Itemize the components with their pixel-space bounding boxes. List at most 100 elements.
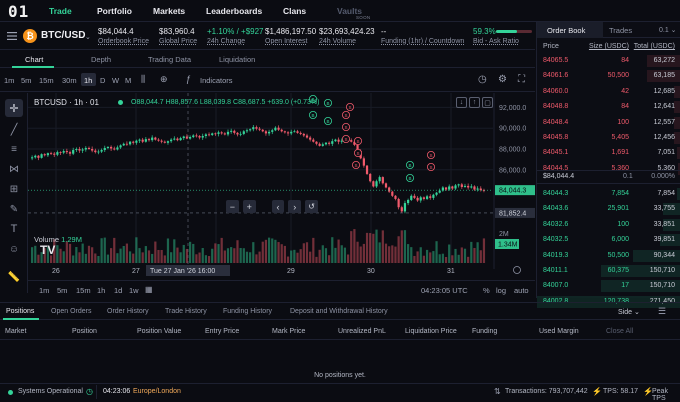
filter-icon[interactable]: ☰: [658, 306, 666, 317]
ob-ask-row[interactable]: 84045.8 5,405 12,456: [537, 132, 680, 144]
ob-ask-size: 1,691: [611, 149, 629, 157]
tab-order-history[interactable]: Order History: [107, 308, 149, 315]
cursor-date-label: Tue 27 Jan '26 16:00: [150, 268, 215, 275]
ob-ask-row[interactable]: 84060.0 42 12,685: [537, 85, 680, 98]
scroll-left-icon[interactable]: ‹: [271, 200, 285, 213]
ob-ask-row[interactable]: 84061.6 50,500 63,185: [537, 70, 680, 83]
ob-ask-total: 12,641: [653, 103, 675, 111]
ob-ask-row[interactable]: 84048.8 84 12,641: [537, 101, 680, 114]
brush-icon[interactable]: ✎: [5, 201, 23, 217]
ob-bid-row[interactable]: 84007.0 17 150,710: [537, 280, 680, 293]
tab-deposit-withdrawal[interactable]: Deposit and Withdrawal History: [290, 308, 388, 315]
compare-icon[interactable]: ⊕: [160, 74, 168, 85]
pane-down-icon[interactable]: ↓: [456, 97, 467, 108]
tf-m[interactable]: M: [125, 76, 131, 85]
calendar-icon[interactable]: ▦: [145, 285, 153, 294]
tf-15m[interactable]: 15m: [39, 76, 54, 85]
market-symbol[interactable]: BTC/USD: [41, 30, 85, 41]
ob-bid-row[interactable]: 84032.6 100 33,851: [537, 218, 680, 231]
tab-chart[interactable]: Chart: [25, 55, 43, 64]
ob-ask-row[interactable]: 84045.1 1,691 7,051: [537, 147, 680, 160]
ob-bid-row[interactable]: 84044.3 7,854 7,854: [537, 188, 680, 200]
status-timezone[interactable]: Europe/London: [133, 388, 181, 395]
candle-body: [381, 177, 384, 184]
tab-trading-data[interactable]: Trading Data: [148, 55, 191, 64]
ob-bid-row[interactable]: 84043.6 25,901 33,755: [537, 203, 680, 216]
scroll-right-icon[interactable]: ›: [288, 200, 302, 213]
log-toggle[interactable]: log: [496, 286, 506, 295]
pane-up-icon[interactable]: ↑: [469, 97, 480, 108]
tab-liquidation[interactable]: Liquidation: [219, 55, 255, 64]
tf-d[interactable]: D: [100, 76, 105, 85]
fib-icon[interactable]: ≡: [5, 141, 23, 157]
tab-trades[interactable]: Trades: [609, 26, 632, 35]
range-1w[interactable]: 1w: [129, 286, 139, 295]
candle-body: [252, 127, 255, 130]
tf-30m[interactable]: 30m: [62, 76, 77, 85]
chart-canvas[interactable]: BBSBBSSS SSS BSSB92,000.090,000.088,000.08…: [28, 93, 535, 277]
auto-toggle[interactable]: auto: [514, 286, 529, 295]
range-1d[interactable]: 1d: [114, 286, 122, 295]
settings-icon[interactable]: ⚙: [498, 74, 507, 85]
emoji-icon[interactable]: ☺: [5, 241, 23, 257]
pattern-icon[interactable]: ⋈: [5, 161, 23, 177]
tab-depth[interactable]: Depth: [91, 55, 111, 64]
ob-bid-row[interactable]: 84019.3 50,500 90,344: [537, 249, 680, 262]
tab-funding-history[interactable]: Funding History: [223, 308, 272, 315]
crosshair-icon[interactable]: ✛: [5, 99, 23, 117]
range-5m[interactable]: 5m: [57, 286, 67, 295]
indicators-button[interactable]: Indicators: [200, 76, 233, 85]
text-icon[interactable]: T: [5, 221, 23, 237]
candle-body: [416, 197, 419, 201]
ob-bid-row[interactable]: 84011.1 60,375 150,710: [537, 265, 680, 277]
nav-markets[interactable]: Markets: [153, 6, 185, 16]
precision-select[interactable]: 0.1 ⌄: [659, 26, 677, 34]
tab-open-orders[interactable]: Open Orders: [51, 308, 91, 315]
range-1m[interactable]: 1m: [39, 286, 49, 295]
volume-bar: [384, 243, 388, 263]
tab-positions[interactable]: Positions: [6, 308, 34, 315]
volume-bar: [91, 247, 94, 263]
close-all-button[interactable]: Close All: [606, 328, 633, 335]
ruler-icon[interactable]: 📏: [5, 269, 23, 285]
candle-body: [179, 138, 182, 141]
price-chart[interactable]: B B S B B S S S S S S B S S B 92,000.0 90,000.0 88,000.0 8…: [28, 93, 535, 277]
side-filter[interactable]: Side ⌄: [618, 308, 640, 316]
date-tick: 29: [287, 268, 295, 275]
range-1h[interactable]: 1h: [97, 286, 105, 295]
app-logo[interactable]: 01: [8, 2, 29, 21]
nav-trade[interactable]: Trade: [49, 6, 72, 16]
range-15m[interactable]: 15m: [76, 286, 91, 295]
ob-ask-size: 50,500: [607, 72, 629, 80]
ob-bid-row[interactable]: 84032.5 6,000 39,851: [537, 234, 680, 247]
ob-bid-price: 84032.6: [543, 220, 569, 228]
menu-icon[interactable]: [7, 32, 17, 40]
reset-icon[interactable]: ↺: [305, 200, 319, 213]
pane-max-icon[interactable]: ▢: [482, 97, 493, 108]
candle-body: [94, 150, 97, 153]
candle-type-icon[interactable]: ⫼: [141, 74, 145, 85]
indicators-icon[interactable]: ƒ: [186, 74, 191, 84]
trendline-icon[interactable]: ╱: [5, 121, 23, 137]
tf-5m[interactable]: 5m: [21, 76, 31, 85]
zoom-in-icon[interactable]: +: [242, 200, 256, 213]
screenshot-icon[interactable]: ◷: [478, 74, 487, 85]
tab-trade-history[interactable]: Trade History: [165, 308, 207, 315]
tf-w[interactable]: W: [112, 76, 119, 85]
nav-portfolio[interactable]: Portfolio: [97, 6, 132, 16]
volume-bar: [419, 247, 422, 263]
measure-icon[interactable]: ⊞: [5, 181, 23, 197]
ob-ask-row[interactable]: 84048.4 100 12,557: [537, 116, 680, 129]
fullscreen-icon[interactable]: ⛶: [518, 74, 525, 85]
nav-clans[interactable]: Clans: [283, 6, 306, 16]
candle-body: [116, 147, 119, 150]
tab-order-book[interactable]: Order Book: [547, 26, 585, 35]
chevron-down-icon[interactable]: ⌄: [85, 33, 91, 41]
ob-ask-row[interactable]: 84065.5 84 63,272: [537, 55, 680, 67]
tf-1h[interactable]: 1h: [84, 76, 92, 85]
nav-leaderboards[interactable]: Leaderboards: [206, 6, 262, 16]
ob-ask-size: 5,405: [611, 134, 629, 141]
tf-1m[interactable]: 1m: [4, 76, 14, 85]
zoom-out-icon[interactable]: −: [226, 200, 239, 213]
pct-toggle[interactable]: %: [483, 286, 490, 295]
